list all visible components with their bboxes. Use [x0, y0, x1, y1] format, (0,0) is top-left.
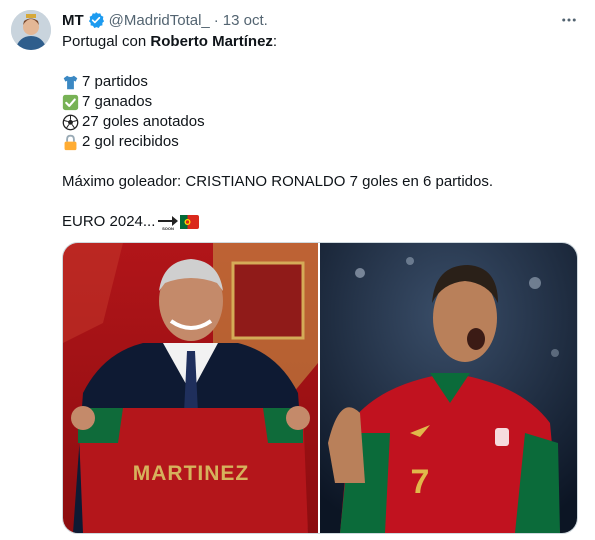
tweet-text: Portugal con Roberto Martínez: 7 partido… — [62, 32, 582, 232]
stat-text: 7 partidos — [82, 73, 148, 90]
media-image-right[interactable]: 7 — [320, 243, 577, 533]
author-handle[interactable]: @MadridTotal_ — [109, 12, 210, 29]
stat-text: 7 ganados — [82, 93, 153, 110]
stat-line: 7 ganados — [62, 92, 582, 112]
svg-text:7: 7 — [411, 463, 430, 501]
soon-arrow-icon: SOON — [157, 214, 179, 231]
avatar[interactable] — [11, 10, 51, 50]
intro-line: Portugal con Roberto Martínez: — [62, 32, 582, 52]
timestamp[interactable]: 13 oct. — [223, 12, 268, 29]
tweet-header: MT @MadridTotal_ · 13 oct. — [62, 10, 268, 30]
check-icon — [62, 94, 79, 111]
stat-line: 2 gol recibidos — [62, 132, 582, 152]
shirt-icon — [62, 74, 79, 91]
padlock-icon — [62, 134, 79, 151]
tweet[interactable]: MT @MadridTotal_ · 13 oct. Portugal con … — [0, 0, 595, 540]
jersey-text: MARTINEZ — [133, 462, 250, 485]
soccer-ball-icon — [62, 114, 79, 131]
stat-text: 2 gol recibidos — [82, 133, 179, 150]
more-horizontal-icon[interactable] — [559, 10, 579, 30]
intro-suffix: : — [272, 33, 278, 50]
intro-prefix: Portugal con — [62, 33, 147, 50]
top-scorer-line: Máximo goleador: CRISTIANO RONALDO 7 gol… — [62, 173, 494, 190]
verified-badge-icon — [87, 11, 105, 29]
author-name[interactable]: MT — [62, 12, 84, 29]
stat-line: 7 partidos — [62, 72, 582, 92]
stat-line: 27 goles anotados — [62, 112, 582, 132]
euro-line: EURO 2024... SOON — [62, 212, 582, 232]
svg-text:SOON: SOON — [163, 226, 175, 231]
tweet-media[interactable]: MARTINEZ 7 — [62, 242, 578, 534]
stat-text: 27 goles anotados — [82, 113, 205, 130]
separator-dot: · — [213, 11, 219, 29]
portugal-flag-icon — [180, 214, 200, 231]
media-image-left[interactable]: MARTINEZ — [63, 243, 318, 533]
euro-text: EURO 2024... — [62, 213, 156, 230]
coach-name: Roberto Martínez — [150, 33, 273, 50]
